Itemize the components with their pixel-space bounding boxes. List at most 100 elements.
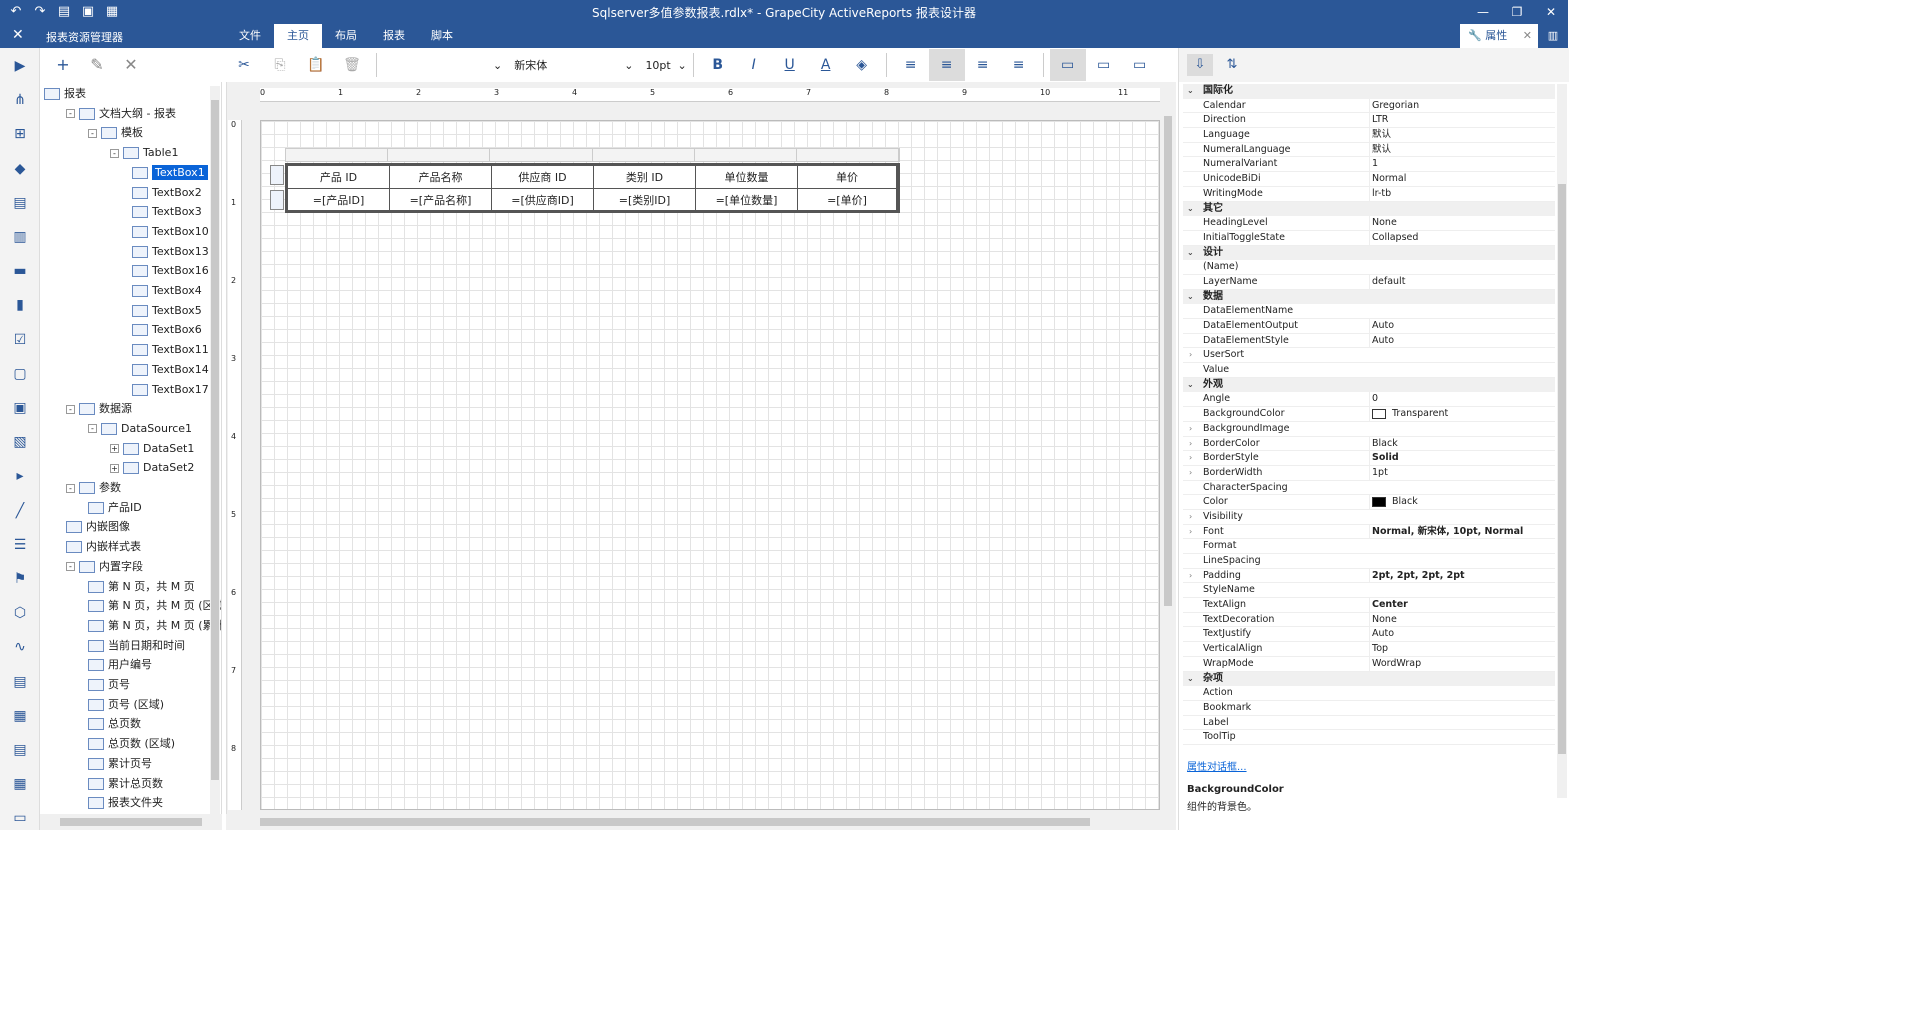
property-row[interactable]: NumeralVariant 1 bbox=[1183, 157, 1555, 173]
collapse-icon[interactable]: ⌄ bbox=[1187, 290, 1194, 305]
tab-3[interactable]: 报表 bbox=[370, 24, 418, 48]
bold-icon[interactable]: B bbox=[700, 49, 736, 81]
tree-item[interactable]: TextBox4 bbox=[132, 281, 202, 301]
property-row[interactable]: Calendar Gregorian bbox=[1183, 98, 1555, 114]
tree-item[interactable]: - 参数 bbox=[66, 478, 121, 498]
property-row[interactable]: WritingMode lr-tb bbox=[1183, 186, 1555, 202]
property-row[interactable]: DataElementOutput Auto bbox=[1183, 319, 1555, 334]
property-value[interactable]: Auto bbox=[1369, 319, 1394, 334]
expand-icon[interactable]: › bbox=[1189, 422, 1192, 437]
tree-item[interactable]: 总页数 (区域) bbox=[88, 734, 175, 754]
tree-item[interactable]: 页号 bbox=[88, 675, 130, 695]
table-header-cell[interactable]: 供应商 ID bbox=[492, 166, 594, 189]
property-row[interactable]: BackgroundColor Transparent bbox=[1183, 407, 1555, 422]
tree-item[interactable]: 页号 (区域) bbox=[88, 695, 164, 715]
tree-item[interactable]: + DataSet2 bbox=[110, 458, 194, 478]
tree-item[interactable]: TextBox17 bbox=[132, 380, 209, 400]
tree-item[interactable]: - Table1 bbox=[110, 143, 178, 163]
paste-icon[interactable]: 📋 bbox=[298, 49, 334, 81]
subreport-tool-icon[interactable]: ▤ bbox=[10, 672, 30, 692]
expand-toggle-icon[interactable]: + bbox=[110, 463, 119, 473]
table-detail-cell[interactable]: =[类别ID] bbox=[594, 188, 696, 211]
property-value[interactable]: Auto bbox=[1369, 333, 1394, 349]
property-row[interactable]: HeadingLevel None bbox=[1183, 216, 1555, 231]
property-category[interactable]: ⌄ 杂项 bbox=[1183, 671, 1555, 687]
checkbox-tool-icon[interactable]: ☑ bbox=[10, 330, 30, 350]
tree-item[interactable]: TextBox11 bbox=[132, 340, 209, 360]
tree-item[interactable]: 累计总页数 bbox=[88, 774, 163, 794]
chevron-down-icon[interactable]: ⌄ bbox=[493, 59, 502, 72]
table-detail-cell[interactable]: =[单价] bbox=[798, 188, 897, 211]
collapse-icon[interactable]: ⌄ bbox=[1187, 84, 1194, 99]
tree-item[interactable]: TextBox13 bbox=[132, 242, 209, 262]
property-value[interactable]: Black bbox=[1369, 436, 1398, 452]
table-detail-cell[interactable]: =[供应商ID] bbox=[492, 188, 594, 211]
tab-4[interactable]: 脚本 bbox=[418, 24, 466, 48]
property-row[interactable]: › BackgroundImage bbox=[1183, 422, 1555, 437]
table-detail-cell[interactable]: =[产品名称] bbox=[390, 188, 492, 211]
property-row[interactable]: ToolTip bbox=[1183, 730, 1555, 745]
tree-item[interactable]: - 模板 bbox=[88, 123, 143, 143]
tree-item[interactable]: 内嵌图像 bbox=[66, 517, 130, 537]
restore-button[interactable]: ❐ bbox=[1500, 0, 1534, 24]
explorer-horizontal-scrollbar[interactable] bbox=[40, 814, 222, 830]
tree-item[interactable]: TextBox14 bbox=[132, 360, 209, 380]
tree-item[interactable]: TextBox6 bbox=[132, 320, 202, 340]
textbox-tool-icon[interactable]: ▤ bbox=[10, 740, 30, 760]
property-category[interactable]: ⌄ 数据 bbox=[1183, 289, 1555, 305]
property-value[interactable]: Top bbox=[1369, 642, 1388, 657]
sort-alpha-icon[interactable]: ⇅ bbox=[1219, 54, 1245, 76]
property-value[interactable]: Solid bbox=[1369, 451, 1399, 466]
chevron-down-icon[interactable]: ⌄ bbox=[624, 59, 633, 72]
property-row[interactable]: InitialToggleState Collapsed bbox=[1183, 230, 1555, 246]
tree-item[interactable]: 报表 bbox=[44, 84, 86, 104]
align-center-icon[interactable]: ≡ bbox=[928, 49, 965, 81]
italic-icon[interactable]: I bbox=[736, 49, 772, 81]
tree-item[interactable]: 报表文件夹 bbox=[88, 793, 163, 813]
property-value[interactable]: LTR bbox=[1369, 113, 1388, 129]
expand-toggle-icon[interactable]: - bbox=[88, 424, 97, 434]
property-row[interactable]: Direction LTR bbox=[1183, 113, 1555, 129]
property-row[interactable]: TextAlign Center bbox=[1183, 598, 1555, 613]
tree-item[interactable]: TextBox10 bbox=[132, 222, 209, 242]
trash-icon[interactable]: 🗑 bbox=[334, 49, 370, 81]
property-value[interactable]: lr-tb bbox=[1369, 186, 1391, 202]
tab-1[interactable]: 主页 bbox=[274, 24, 322, 48]
barcode-tool-icon[interactable]: ▥ bbox=[10, 227, 30, 247]
tree-item[interactable]: TextBox5 bbox=[132, 301, 202, 321]
property-value[interactable]: WordWrap bbox=[1369, 656, 1421, 672]
add-icon[interactable]: + bbox=[50, 54, 76, 76]
collapse-icon[interactable]: ⌄ bbox=[1187, 672, 1194, 687]
property-value[interactable]: None bbox=[1369, 612, 1397, 628]
banner-tool-icon[interactable]: ▬ bbox=[10, 261, 30, 281]
pointer-tool-icon[interactable]: ▸ bbox=[10, 466, 30, 486]
property-value[interactable]: Normal bbox=[1369, 172, 1406, 187]
valign-middle-icon[interactable]: ▭ bbox=[1086, 49, 1122, 81]
expand-icon[interactable]: › bbox=[1189, 451, 1192, 466]
property-row[interactable]: Bookmark bbox=[1183, 701, 1555, 716]
table-column-handles[interactable] bbox=[285, 148, 900, 162]
property-value[interactable]: 默认 bbox=[1369, 128, 1391, 143]
tree-item[interactable]: 总页数 bbox=[88, 714, 141, 734]
tree-item[interactable]: + DataSet1 bbox=[110, 439, 194, 459]
tree-item[interactable]: - 文档大纲 - 报表 bbox=[66, 104, 176, 124]
expand-toggle-icon[interactable]: - bbox=[66, 562, 75, 572]
tree-item[interactable]: TextBox2 bbox=[132, 183, 202, 203]
property-value[interactable]: Transparent bbox=[1369, 407, 1448, 422]
tree-item[interactable]: 累计页号 bbox=[88, 754, 152, 774]
property-row[interactable]: Color Black bbox=[1183, 495, 1555, 510]
expand-toggle-icon[interactable]: - bbox=[110, 148, 119, 158]
table-header-cell[interactable]: 类别 ID bbox=[594, 166, 696, 189]
property-row[interactable]: WrapMode WordWrap bbox=[1183, 656, 1555, 672]
run-icon[interactable]: ▶ bbox=[10, 56, 30, 76]
property-row[interactable]: Angle 0 bbox=[1183, 392, 1555, 408]
container-tool-icon[interactable]: ▢ bbox=[10, 364, 30, 384]
tree-item[interactable]: 第 N 页，共 M 页 (累计 bbox=[88, 616, 221, 636]
property-value[interactable]: Black bbox=[1369, 495, 1418, 510]
matrix-icon[interactable]: ⊞ bbox=[10, 124, 30, 144]
table-detail-cell[interactable]: =[产品ID] bbox=[288, 188, 390, 211]
tree-item[interactable]: 内嵌样式表 bbox=[66, 537, 141, 557]
fill-color-icon[interactable]: ◈ bbox=[844, 49, 880, 81]
align-right-icon[interactable]: ≡ bbox=[965, 49, 1001, 81]
report-page[interactable] bbox=[260, 120, 1160, 810]
